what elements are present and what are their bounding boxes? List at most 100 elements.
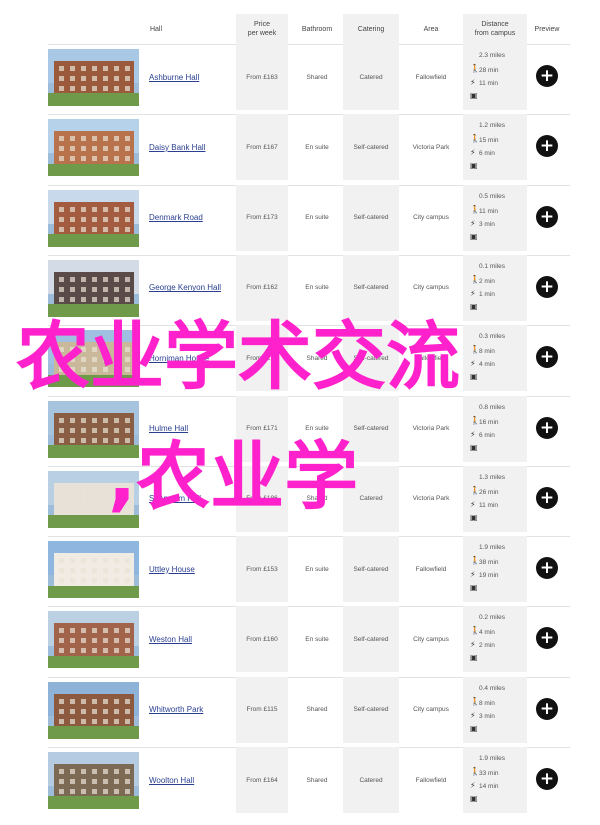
thumb-window (59, 427, 64, 433)
walk-time: 38 min (479, 559, 499, 567)
thumb-window (59, 487, 64, 493)
hall-name-link[interactable]: Woolton Hall (149, 747, 194, 813)
distance-cell: 0.5 miles 🚶 11 min ⚡ 3 min ▣ (470, 185, 532, 251)
thumb-window (81, 216, 86, 222)
price-cell: From £115 (246, 706, 278, 714)
thumb-window (59, 136, 64, 142)
thumb-window (114, 427, 119, 433)
thumb-window (125, 216, 130, 222)
thumb-window (125, 86, 130, 91)
catering-cell: Catered (359, 73, 383, 81)
walk-distance: 0.3 miles (479, 333, 506, 341)
hall-name-link[interactable]: Denmark Road (149, 185, 203, 251)
thumb-window (125, 558, 130, 564)
hall-name-link[interactable]: Ashburne Hall (149, 44, 199, 110)
thumb-window (59, 156, 64, 162)
price-cell: From £160 (246, 635, 278, 643)
hall-name-link[interactable]: Weston Hall (149, 606, 192, 672)
thumb-window (114, 628, 119, 634)
walk-time: 8 min (479, 348, 495, 356)
price-cell: From £164 (246, 776, 278, 784)
thumb-building (54, 271, 134, 306)
distance-cell: 2.3 miles 🚶 28 min ⚡ 11 min ▣ (470, 44, 532, 110)
thumb-window (81, 156, 86, 162)
plus-icon[interactable]: + (536, 486, 558, 509)
thumb-window (125, 296, 130, 302)
thumb-window (92, 487, 97, 493)
plus-icon[interactable]: + (536, 275, 558, 298)
hall-thumbnail[interactable] (48, 681, 139, 739)
thumb-window (103, 296, 108, 302)
hall-name-link[interactable]: Whitworth Park (149, 677, 203, 743)
hall-thumbnail[interactable] (48, 259, 139, 317)
plus-icon[interactable]: + (536, 135, 558, 158)
plus-icon[interactable]: + (536, 416, 558, 439)
thumb-window (59, 718, 64, 724)
thumb-window (81, 286, 86, 292)
distance-cell: 1.2 miles 🚶 15 min ⚡ 6 min ▣ (470, 114, 532, 180)
thumb-window (114, 276, 119, 282)
area-cell: Victoria Park (412, 143, 450, 151)
thumb-window (114, 136, 119, 142)
thumb-window (92, 628, 97, 634)
bus-icon: ▣ (470, 161, 478, 171)
hall-thumbnail[interactable] (48, 119, 139, 177)
bathroom-cell: Shared (306, 706, 328, 714)
plus-icon[interactable]: + (536, 205, 558, 228)
catering-cell: Self-catered (353, 214, 389, 222)
thumb-window (70, 136, 75, 142)
table-row: Denmark Road From £173 En suite Self-cat… (0, 184, 600, 251)
thumb-window (114, 146, 119, 152)
price-cell: From £162 (246, 284, 278, 292)
thumb-window (92, 769, 97, 774)
hall-thumbnail[interactable] (48, 611, 139, 669)
thumb-window (59, 437, 64, 443)
thumb-window (103, 558, 108, 564)
thumb-window (103, 708, 108, 714)
thumb-window (59, 216, 64, 222)
plus-icon[interactable]: + (536, 557, 558, 580)
plus-icon[interactable]: + (536, 697, 558, 720)
thumb-window (103, 136, 108, 142)
table-header: Hall Price per week Bathroom Catering Ar… (0, 14, 600, 44)
thumb-window (70, 648, 75, 654)
thumb-window (81, 698, 86, 704)
thumb-window (103, 779, 108, 784)
thumb-window (92, 86, 97, 91)
plus-icon[interactable]: + (536, 627, 558, 650)
thumb-building (54, 693, 134, 728)
hall-thumbnail[interactable] (48, 49, 139, 106)
thumb-window (125, 206, 130, 212)
hall-thumbnail[interactable] (48, 752, 139, 809)
thumb-window (81, 427, 86, 433)
thumb-window (59, 296, 64, 302)
hall-name-link[interactable]: George Kenyon Hall (149, 255, 221, 321)
thumb-window (114, 66, 119, 71)
walk-time: 2 min (479, 277, 495, 285)
bathroom-cell: Shared (306, 776, 328, 784)
hall-thumbnail[interactable] (48, 189, 139, 247)
hall-thumbnail[interactable] (48, 541, 139, 599)
walk-distance: 0.1 miles (479, 262, 506, 270)
thumb-window (92, 146, 97, 152)
thumb-window (59, 497, 64, 503)
plus-icon[interactable]: + (536, 768, 558, 790)
thumb-window (59, 698, 64, 704)
plus-icon[interactable]: + (536, 346, 558, 369)
hall-name-link[interactable]: Daisy Bank Hall (149, 114, 205, 180)
thumb-window (125, 698, 130, 704)
thumb-window (125, 718, 130, 724)
thumb-window (81, 296, 86, 302)
thumb-window (81, 497, 86, 503)
plus-icon[interactable]: + (536, 65, 558, 87)
thumb-window (92, 708, 97, 714)
bus-icon: ▣ (470, 512, 478, 522)
thumb-window (125, 427, 130, 433)
thumb-window (92, 568, 97, 574)
hall-name-link[interactable]: Uttley House (149, 536, 195, 602)
thumb-window (114, 286, 119, 292)
thumb-grass (48, 234, 139, 247)
table-row: Uttley House From £153 En suite Self-cat… (0, 536, 600, 603)
thumb-building (54, 131, 134, 166)
thumb-window (92, 507, 97, 513)
